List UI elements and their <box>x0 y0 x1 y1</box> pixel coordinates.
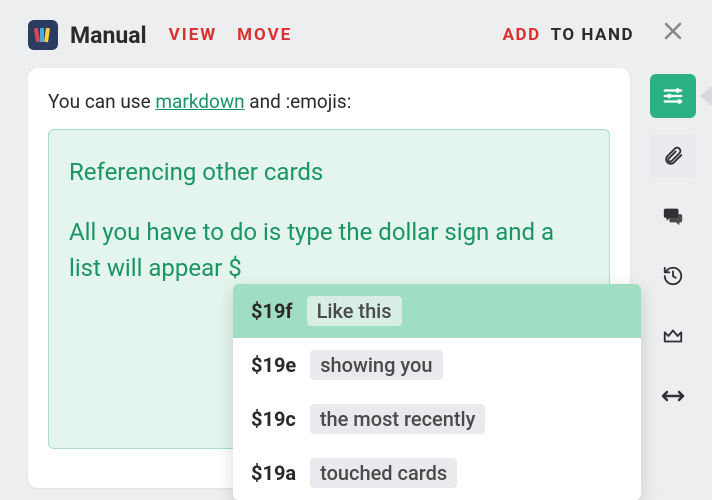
close-button[interactable] <box>662 20 684 42</box>
crown-icon <box>661 325 685 347</box>
active-pointer <box>700 86 712 106</box>
settings-sliders-button[interactable] <box>650 74 696 118</box>
info-line: You can use markdown and :emojis: <box>48 90 610 113</box>
suggestion-id: $19f <box>251 299 293 323</box>
right-sidebar <box>650 74 696 418</box>
suggestion-id: $19a <box>251 461 296 485</box>
suggestion-label: the most recently <box>310 404 486 434</box>
paperclip-button[interactable] <box>650 134 696 178</box>
suggestion-row[interactable]: $19a touched cards <box>233 446 641 500</box>
to-hand-label[interactable]: TO HAND <box>551 25 634 45</box>
header: Manual VIEW MOVE ADD TO HAND <box>0 0 712 66</box>
app-logo <box>28 20 58 50</box>
resize-horizontal-icon <box>661 388 685 404</box>
comments-icon <box>661 205 685 227</box>
paperclip-icon <box>662 145 684 167</box>
editor-card: You can use markdown and :emojis: Refere… <box>28 68 630 488</box>
view-link[interactable]: VIEW <box>169 25 218 45</box>
comments-button[interactable] <box>650 194 696 238</box>
markdown-link[interactable]: markdown <box>155 90 244 113</box>
close-icon <box>664 22 682 40</box>
history-icon <box>662 265 684 287</box>
suggestion-row[interactable]: $19f Like this <box>233 284 641 338</box>
suggestion-label: Like this <box>307 296 402 326</box>
editor-heading: Referencing other cards <box>69 154 589 190</box>
editor-body: All you have to do is type the dollar si… <box>69 214 589 286</box>
move-link[interactable]: MOVE <box>237 25 292 45</box>
page-title: Manual <box>70 22 147 49</box>
suggestion-id: $19e <box>251 353 296 377</box>
suggestion-row[interactable]: $19e showing you <box>233 338 641 392</box>
suggestion-label: showing you <box>310 350 442 380</box>
info-prefix: You can use <box>48 90 155 113</box>
crown-button[interactable] <box>650 314 696 358</box>
suggestion-id: $19c <box>251 407 296 431</box>
info-suffix: and :emojis: <box>245 90 352 113</box>
resize-horizontal-button[interactable] <box>650 374 696 418</box>
settings-sliders-icon <box>662 85 684 107</box>
suggestion-label: touched cards <box>310 458 457 488</box>
books-icon <box>33 25 53 45</box>
add-link[interactable]: ADD <box>503 25 541 45</box>
suggestion-row[interactable]: $19c the most recently <box>233 392 641 446</box>
autocomplete-suggestions: $19f Like this $19e showing you $19c the most… <box>233 284 641 500</box>
history-button[interactable] <box>650 254 696 298</box>
